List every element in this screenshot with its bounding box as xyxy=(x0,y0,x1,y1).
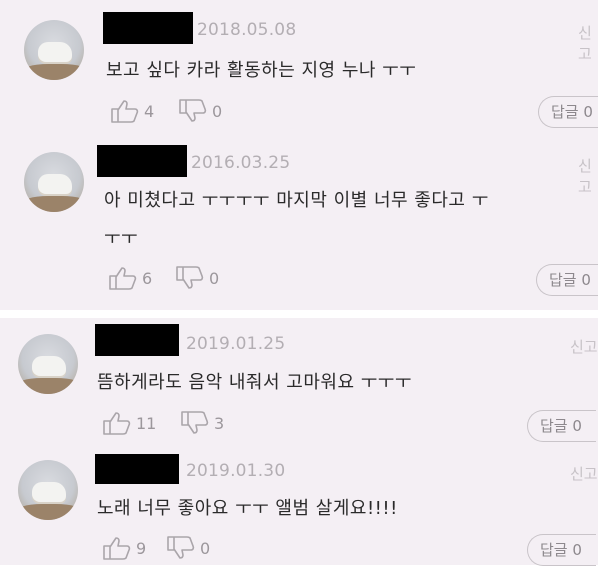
comment-text-line: 뜸하게라도 음악 내줘서 고마워요 ㅜㅜㅜ xyxy=(97,372,412,393)
avatar[interactable] xyxy=(18,460,78,520)
thumbs-up-icon xyxy=(109,267,137,290)
thumbs-up-icon xyxy=(111,100,139,123)
like-button[interactable]: 4 xyxy=(110,98,154,124)
redacted-username xyxy=(97,145,187,177)
comment-text-line: 보고 싶다 카라 활동하는 지영 누나 ㅜㅜ xyxy=(106,60,417,81)
like-button[interactable]: 9 xyxy=(102,535,146,561)
report-link[interactable]: 신고 xyxy=(578,155,598,197)
comment-date: 2019.01.25 xyxy=(186,334,286,354)
redacted-username xyxy=(103,12,193,44)
comment-text-line: ㅜㅜ xyxy=(104,228,139,249)
reply-button[interactable]: 답글 0 xyxy=(527,534,596,566)
report-link[interactable]: 신고 xyxy=(570,463,598,484)
comment-text: 아 미쳤다고 ㅜㅜㅜㅜ 마지막 이별 너무 좋다고 ㅜ ㅜㅜ xyxy=(104,182,489,258)
thumbs-down-icon xyxy=(181,411,209,434)
like-count: 11 xyxy=(136,413,157,433)
dislike-count: 3 xyxy=(214,413,225,433)
comment-date: 2016.03.25 xyxy=(191,153,291,173)
redacted-username xyxy=(95,324,179,356)
dislike-count: 0 xyxy=(200,538,211,558)
like-button[interactable]: 11 xyxy=(102,410,156,436)
comment-text: 뜸하게라도 음악 내줘서 고마워요 ㅜㅜㅜ xyxy=(97,364,412,402)
comment-text: 보고 싶다 카라 활동하는 지영 누나 ㅜㅜ xyxy=(106,52,416,90)
reply-button[interactable]: 답글 0 xyxy=(527,410,596,442)
redacted-username xyxy=(95,454,179,484)
comment-text: 노래 너무 좋아요 ㅜㅜ 앨범 살게요!!!! xyxy=(97,490,398,528)
thumbs-down-icon xyxy=(176,266,204,289)
like-count: 4 xyxy=(144,101,155,121)
avatar[interactable] xyxy=(24,20,84,80)
report-link[interactable]: 신고 xyxy=(570,336,598,357)
dislike-button[interactable]: 0 xyxy=(178,98,222,124)
thumbs-down-icon xyxy=(179,99,207,122)
thumbs-up-icon xyxy=(103,537,131,560)
like-count: 6 xyxy=(142,268,153,288)
dislike-count: 0 xyxy=(212,101,223,121)
thumbs-up-icon xyxy=(103,412,131,435)
report-link[interactable]: 신고 xyxy=(578,22,598,64)
comment-date: 2019.01.30 xyxy=(186,461,286,481)
reply-button[interactable]: 답글 0 xyxy=(538,96,598,128)
dislike-count: 0 xyxy=(209,268,220,288)
like-button[interactable]: 6 xyxy=(108,265,152,291)
comment-date: 2018.05.08 xyxy=(197,20,297,40)
dislike-button[interactable]: 0 xyxy=(166,535,210,561)
comment-panel-top xyxy=(0,0,598,310)
dislike-button[interactable]: 0 xyxy=(175,265,219,291)
like-count: 9 xyxy=(136,538,147,558)
reply-button[interactable]: 답글 0 xyxy=(536,264,598,296)
avatar[interactable] xyxy=(24,152,84,212)
avatar[interactable] xyxy=(18,334,78,394)
dislike-button[interactable]: 3 xyxy=(180,410,224,436)
thumbs-down-icon xyxy=(167,536,195,559)
comment-text-line: 노래 너무 좋아요 ㅜㅜ 앨범 살게요!!!! xyxy=(97,498,398,519)
comment-text-line: 아 미쳤다고 ㅜㅜㅜㅜ 마지막 이별 너무 좋다고 ㅜ xyxy=(104,190,489,211)
